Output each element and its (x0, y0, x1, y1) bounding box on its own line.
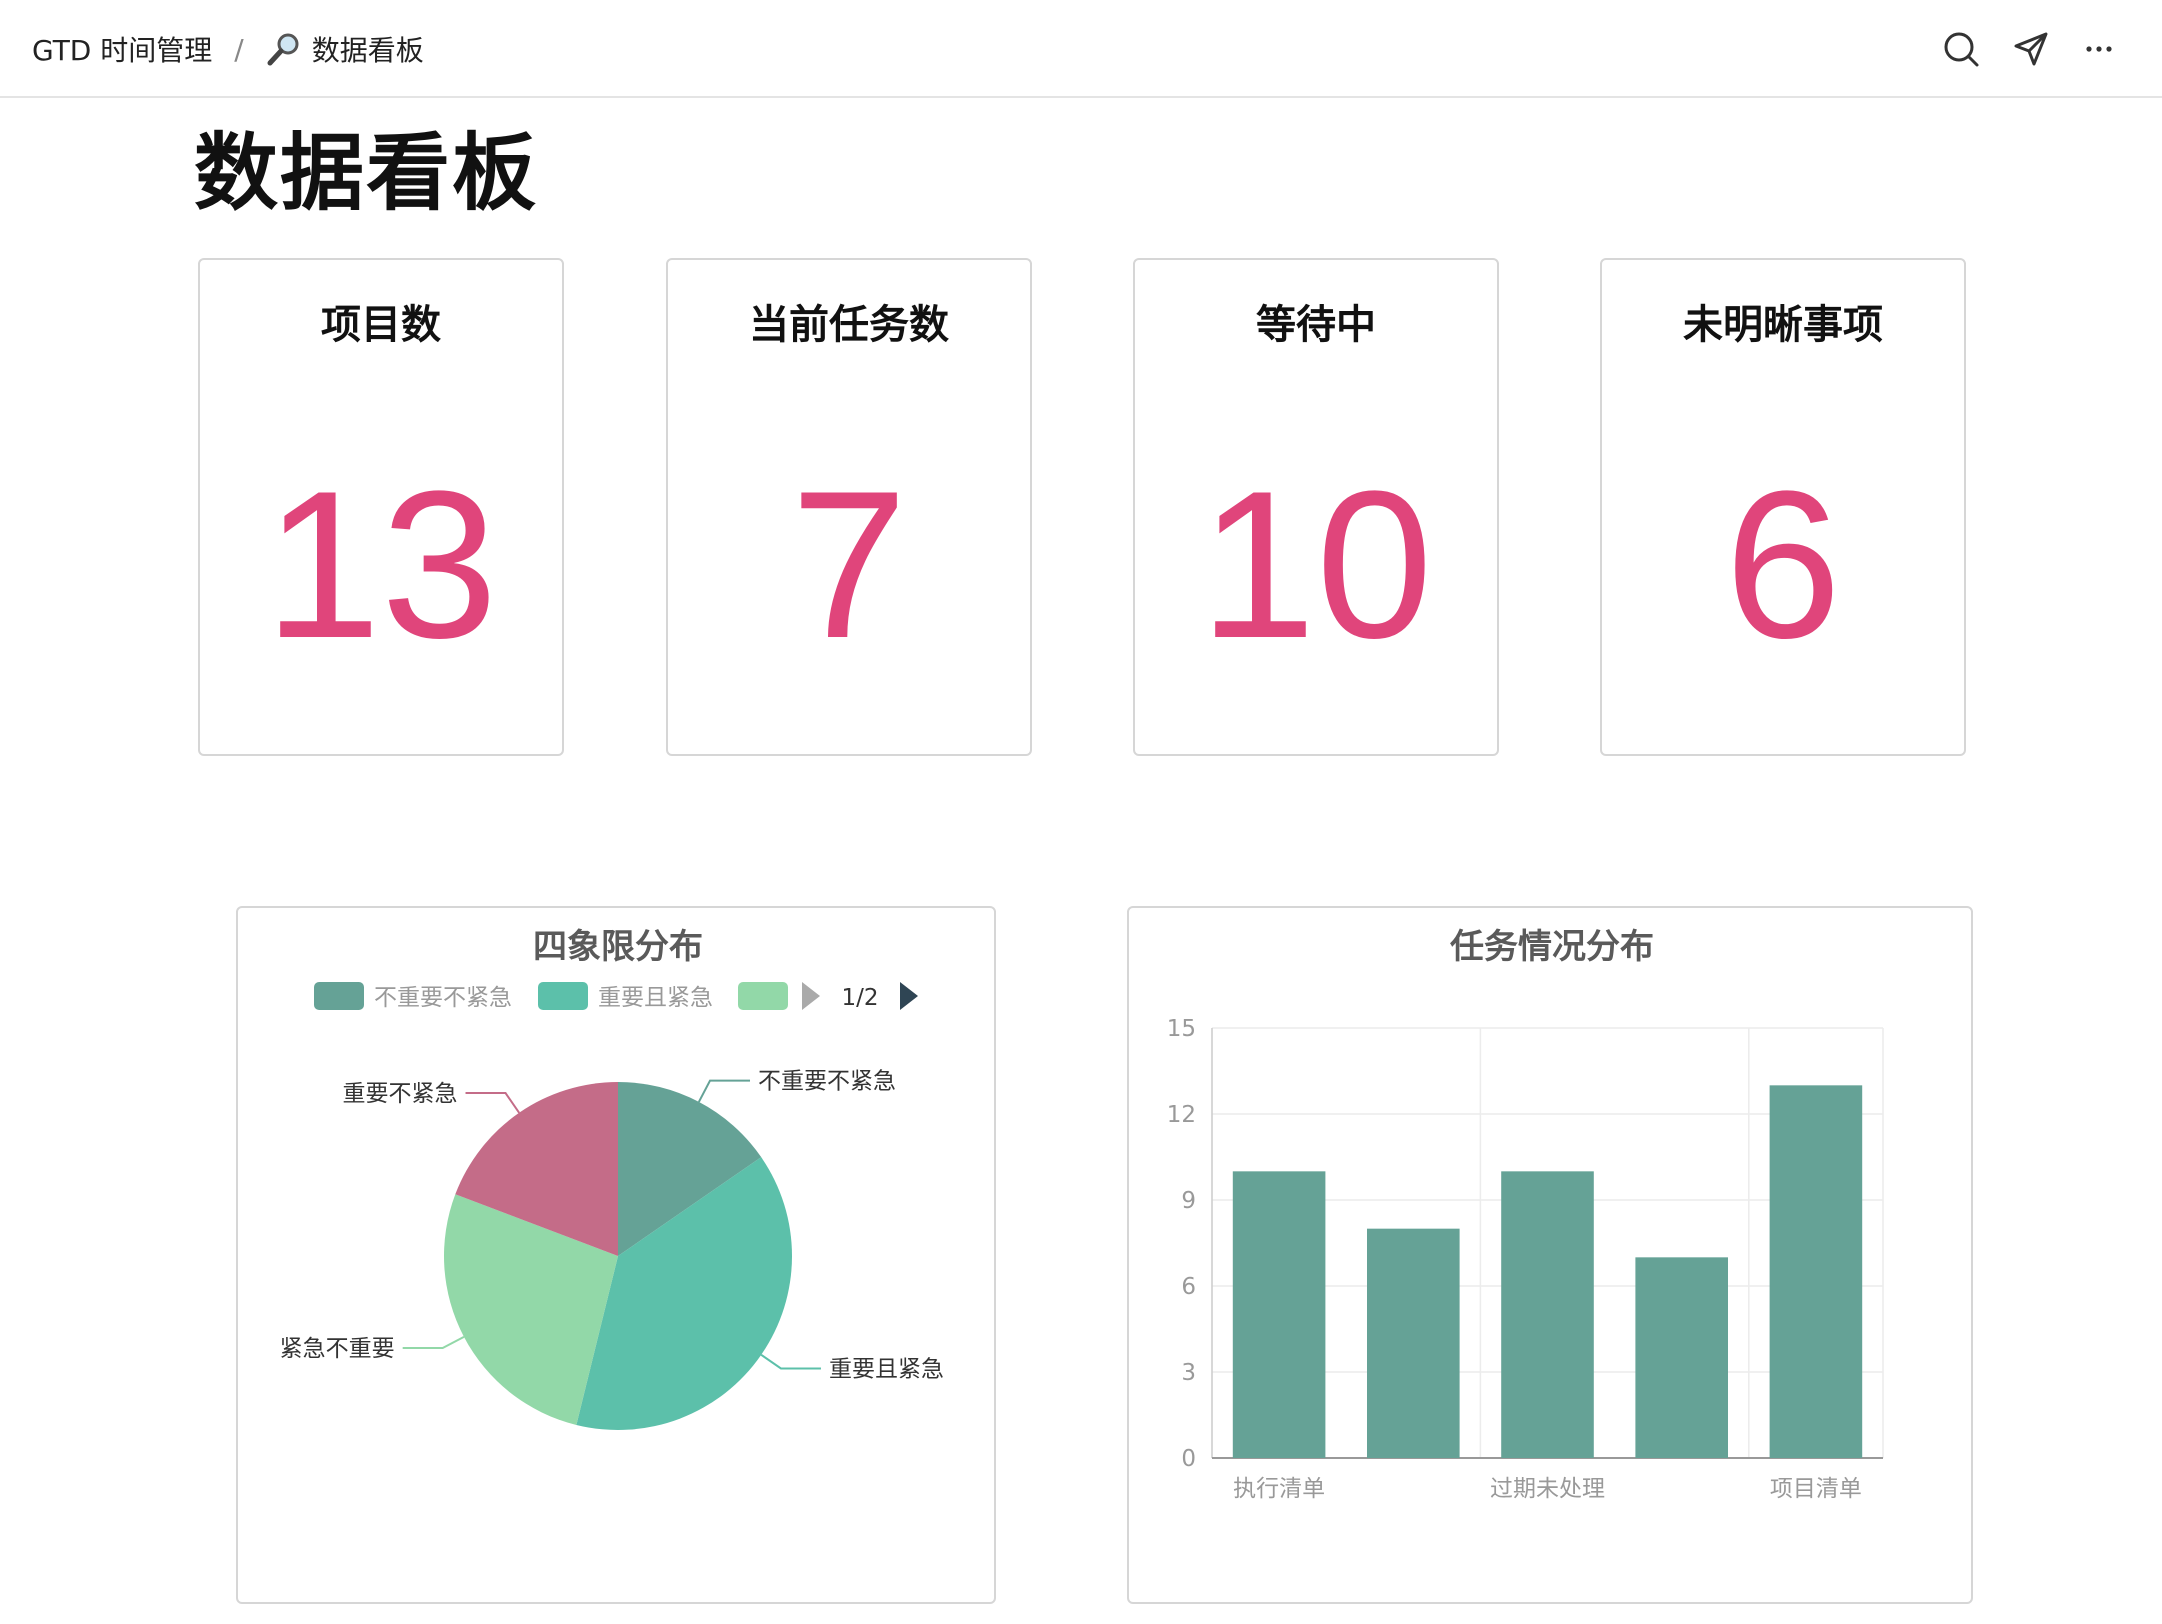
bar-mark[interactable] (1367, 1228, 1460, 1458)
legend-next-icon[interactable] (900, 982, 918, 1010)
bar-y-tick-label: 3 (1181, 1360, 1196, 1386)
stat-value: 10 (1199, 447, 1433, 682)
breadcrumb: GTD 时间管理 / 数据看板 (32, 26, 424, 72)
bar-mark[interactable] (1769, 1085, 1863, 1458)
bar-y-tick-label: 6 (1181, 1274, 1196, 1300)
pie-slice-label: 不重要不紧急 (758, 1069, 896, 1095)
quadrant-pie-panel: 四象限分布 不重要不紧急 重要且紧急 1/2 不重要不紧急 重要且紧急 紧急不重要重… (236, 906, 996, 1604)
bar-category-label: 项目清单 (1770, 1476, 1862, 1502)
legend-label[interactable]: 重要且紧急 (598, 985, 713, 1011)
quadrant-pie-chart: 四象限分布 不重要不紧急 重要且紧急 1/2 不重要不紧急重要且紧急紧急不重要重… (280, 927, 944, 1430)
share-icon[interactable] (2012, 30, 2050, 68)
bar-y-tick-label: 12 (1167, 1102, 1196, 1128)
pie-label-line (760, 1354, 821, 1370)
bar-mark[interactable] (1635, 1257, 1728, 1458)
top-bar: GTD 时间管理 / 数据看板 (0, 0, 2162, 98)
pie-slice-label: 紧急不重要 (280, 1336, 395, 1362)
magnifier-icon (267, 33, 299, 66)
stat-label: 未明晰事项 (1683, 302, 1883, 348)
breadcrumb-root[interactable]: GTD 时间管理 (32, 29, 212, 69)
pie-label-line (465, 1092, 520, 1114)
task-bar-chart: 任务情况分布 0 3 6 9 12 15 执行清单 过期未处理 项目清单 (1167, 927, 1884, 1502)
pie-label-line (697, 1079, 751, 1103)
stat-card-projects: 项目数 13 (198, 258, 564, 756)
legend-swatch[interactable] (314, 982, 364, 1010)
pie-label-line (402, 1335, 465, 1350)
bar-y-tick-label: 0 (1181, 1446, 1196, 1472)
legend-label[interactable]: 不重要不紧急 (374, 985, 512, 1011)
task-bar-panel: 任务情况分布 0 3 6 9 12 15 执行清单 过期未处理 项目清单 (1127, 906, 1973, 1604)
search-icon[interactable] (1942, 30, 1980, 68)
bar-mark[interactable] (1232, 1171, 1326, 1458)
stat-label: 当前任务数 (749, 302, 949, 348)
stat-value: 6 (1724, 447, 1842, 682)
legend-page: 1/2 (841, 985, 878, 1011)
more-icon[interactable] (2080, 30, 2118, 68)
pie-slice-label: 重要且紧急 (829, 1356, 944, 1382)
pie-slice-label: 重要不紧急 (343, 1081, 458, 1107)
stat-value: 7 (790, 447, 908, 682)
bar-title: 任务情况分布 (1450, 927, 1654, 967)
stat-card-waiting: 等待中 10 (1133, 258, 1499, 756)
legend-swatch[interactable] (738, 982, 788, 1010)
bar-category-label: 执行清单 (1233, 1476, 1325, 1502)
pie-title: 四象限分布 (533, 927, 703, 967)
stat-label: 项目数 (321, 302, 441, 348)
breadcrumb-separator: / (234, 32, 244, 66)
bar-mark[interactable] (1501, 1171, 1594, 1458)
bar-y-tick-label: 15 (1167, 1016, 1196, 1042)
stat-label: 等待中 (1256, 302, 1376, 348)
page-title: 数据看板 (194, 124, 539, 222)
legend-prev-icon[interactable] (802, 982, 820, 1010)
stat-card-current-tasks: 当前任务数 7 (666, 258, 1032, 756)
stat-value: 13 (264, 447, 498, 682)
bar-y-tick-label: 9 (1181, 1188, 1196, 1214)
breadcrumb-current[interactable]: 数据看板 (312, 29, 424, 69)
bar-category-label: 过期未处理 (1490, 1476, 1605, 1502)
stat-card-unclear-items: 未明晰事项 6 (1600, 258, 1966, 756)
legend-swatch[interactable] (538, 982, 588, 1010)
